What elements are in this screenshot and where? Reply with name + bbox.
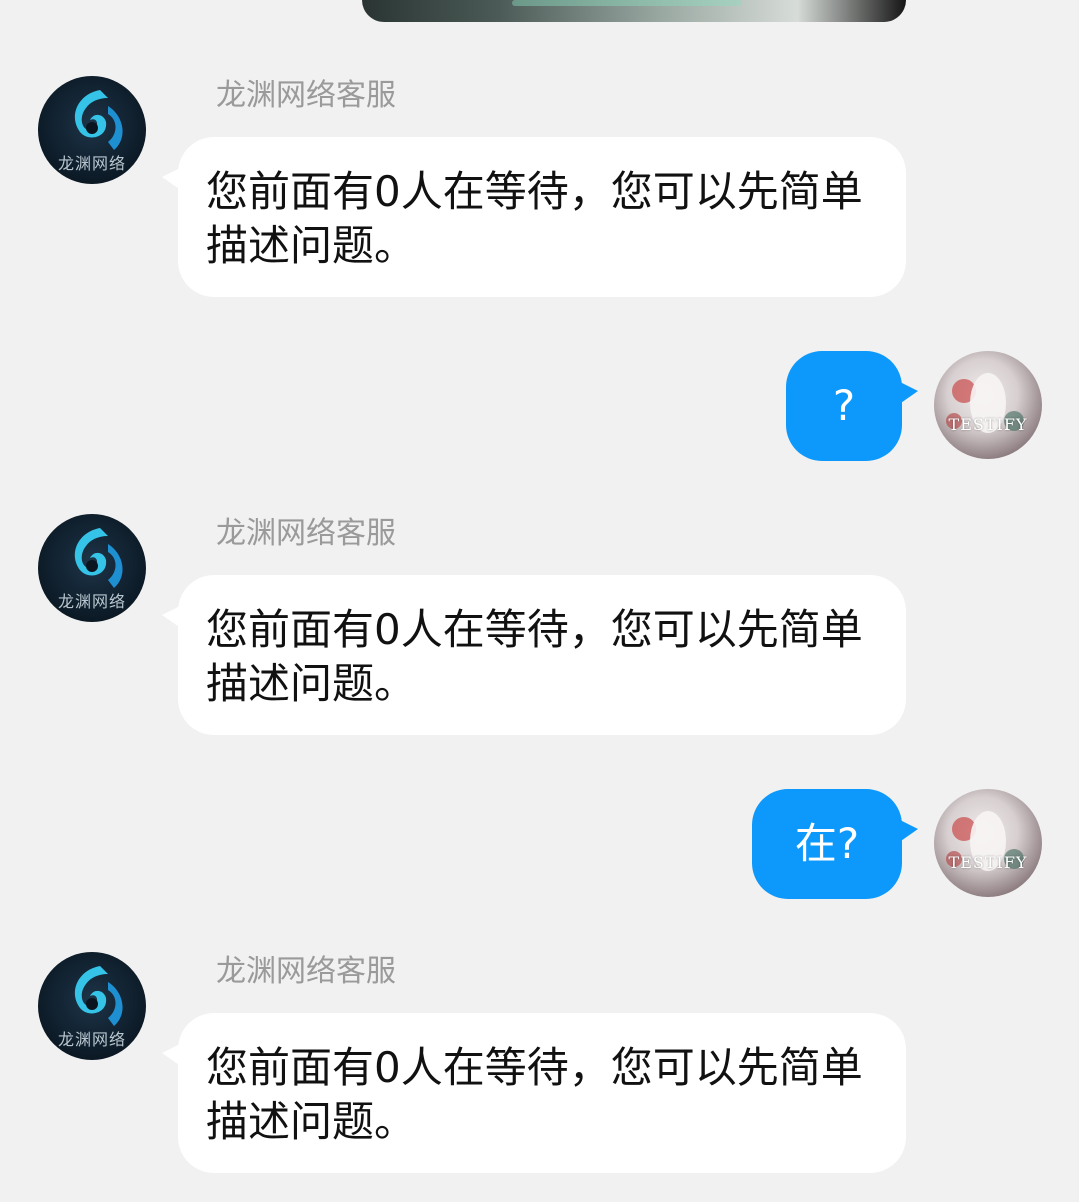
- agent-avatar[interactable]: 龙渊网络: [38, 76, 146, 184]
- user-message-bubble[interactable]: 在?: [752, 789, 918, 899]
- anime-character-icon: [946, 811, 1024, 871]
- user-message-bubble[interactable]: ?: [786, 351, 918, 461]
- bubble-tail: [162, 1043, 182, 1067]
- sender-name: 龙渊网络客服: [216, 954, 396, 989]
- sender-name: 龙渊网络客服: [216, 516, 396, 551]
- image-message-partial[interactable]: [362, 0, 906, 22]
- agent-logo-text: 龙渊网络: [57, 154, 126, 173]
- user-avatar-text: TESTIFY: [948, 853, 1028, 872]
- sender-name: 龙渊网络客服: [216, 78, 396, 113]
- bubble-tail: [162, 605, 182, 629]
- agent-message-bubble[interactable]: 您前面有0人在等待，您可以先简单描述问题。: [162, 1013, 906, 1173]
- agent-message-bubble[interactable]: 您前面有0人在等待，您可以先简单描述问题。: [162, 137, 906, 297]
- message-text: 在?: [794, 819, 860, 868]
- anime-character-icon: [946, 373, 1024, 433]
- user-avatar[interactable]: TESTIFY: [934, 789, 1042, 897]
- message-text: 您前面有0人在等待，您可以先简单描述问题。: [206, 167, 863, 270]
- agent-logo-text: 龙渊网络: [57, 1030, 126, 1049]
- chat-window[interactable]: 龙渊网络 龙渊网络客服 您前面有0人在等待，您可以先简单描述问题。 ? TEST…: [0, 0, 1079, 1202]
- user-avatar[interactable]: TESTIFY: [934, 351, 1042, 459]
- agent-avatar[interactable]: 龙渊网络: [38, 514, 146, 622]
- agent-logo-text: 龙渊网络: [57, 592, 126, 611]
- agent-message-bubble[interactable]: 您前面有0人在等待，您可以先简单描述问题。: [162, 575, 906, 735]
- message-text: 您前面有0人在等待，您可以先简单描述问题。: [206, 605, 863, 708]
- bubble-tail: [898, 381, 918, 405]
- bubble-tail: [898, 819, 918, 843]
- message-text: 您前面有0人在等待，您可以先简单描述问题。: [206, 1043, 863, 1146]
- message-text: ?: [832, 381, 856, 430]
- user-avatar-text: TESTIFY: [948, 415, 1028, 434]
- bubble-tail: [162, 167, 182, 191]
- agent-avatar[interactable]: 龙渊网络: [38, 952, 146, 1060]
- image-message-decoration: [512, 0, 742, 6]
